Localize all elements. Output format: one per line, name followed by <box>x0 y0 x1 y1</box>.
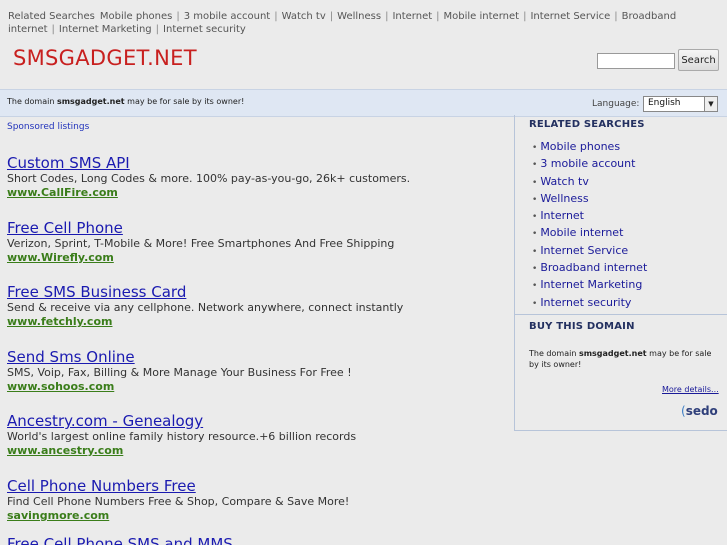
domain-sale-notice: The domain smsgadget.net may be for sale… <box>7 97 245 106</box>
bullet-icon: • <box>532 281 538 292</box>
listing-url-link[interactable]: www.Wirefly.com <box>7 251 507 265</box>
sedo-logo[interactable]: (sedo <box>681 404 718 418</box>
top-link-mobile-phones[interactable]: Mobile phones <box>100 11 173 22</box>
listing-description: Short Codes, Long Codes & more. 100% pay… <box>7 172 411 185</box>
top-related-searches: Related Searches Mobile phones | 3 mobile a… <box>8 11 677 35</box>
bullet-icon: • <box>532 177 538 188</box>
top-link-internet[interactable]: Internet <box>392 11 432 22</box>
page: Related Searches Mobile phones | 3 mobile a… <box>0 0 727 545</box>
listing-description: Find Cell Phone Numbers Free & Shop, Com… <box>7 495 350 508</box>
related-searches-heading: RELATED SEARCHES <box>529 119 645 130</box>
listing-title-link[interactable]: Custom SMS API <box>7 154 507 172</box>
bullet-icon: • <box>532 160 538 171</box>
listing-item: Ancestry.com - Genealogy World's largest… <box>7 412 507 458</box>
domain-name: smsgadget.net <box>56 97 125 106</box>
sponsored-listings-label: Sponsored listings <box>7 122 90 132</box>
language-selected-value: English <box>648 98 681 108</box>
bullet-icon: • <box>532 229 538 240</box>
listing-item: Cell Phone Numbers Free Find Cell Phone … <box>7 477 507 523</box>
search-input[interactable] <box>597 53 675 69</box>
listing-title-link[interactable]: Send Sms Online <box>7 348 507 366</box>
related-link-mobile-internet[interactable]: • Mobile internet <box>532 225 647 242</box>
listing-url-link[interactable]: www.fetchly.com <box>7 315 507 329</box>
listing-item: Free SMS Business Card Send & receive vi… <box>7 283 507 329</box>
listing-description: World's largest online family history re… <box>7 430 357 443</box>
listing-description: SMS, Voip, Fax, Billing & More Manage Yo… <box>7 366 352 379</box>
bullet-icon: • <box>532 298 538 309</box>
listing-description: Verizon, Sprint, T-Mobile & More! Free S… <box>7 237 395 250</box>
top-link-internet-security[interactable]: Internet security <box>163 24 246 35</box>
related-link-mobile-phones[interactable]: • Mobile phones <box>532 139 647 156</box>
listing-title-link[interactable]: Free Cell Phone SMS and MMS <box>7 535 507 545</box>
listing-url-link[interactable]: www.ancestry.com <box>7 444 507 458</box>
language-select[interactable]: English ▼ <box>643 96 718 112</box>
related-link-internet-marketing[interactable]: • Internet Marketing <box>532 277 647 294</box>
related-link-watch-tv[interactable]: • Watch tv <box>532 174 647 191</box>
sidebar-divider <box>515 314 727 315</box>
bullet-icon: • <box>532 194 538 205</box>
related-link-wellness[interactable]: • Wellness <box>532 191 647 208</box>
related-searches-list: • Mobile phones • 3 mobile account • Watch … <box>532 139 647 312</box>
top-link-mobile-internet[interactable]: Mobile internet <box>444 11 520 22</box>
related-link-internet-security[interactable]: • Internet security <box>532 295 647 312</box>
top-link-3-mobile-account[interactable]: 3 mobile account <box>184 11 270 22</box>
top-related-label: Related Searches <box>8 11 95 22</box>
listing-url-link[interactable]: www.CallFire.com <box>7 186 507 200</box>
top-link-wellness[interactable]: Wellness <box>337 11 381 22</box>
listing-url-link[interactable]: www.sohoos.com <box>7 380 507 394</box>
more-details-link[interactable]: More details... <box>662 385 719 394</box>
sidebar: RELATED SEARCHES • Mobile phones • 3 mobil… <box>514 115 727 431</box>
listing-title-link[interactable]: Free SMS Business Card <box>7 283 507 301</box>
top-link-internet-service[interactable]: Internet Service <box>530 11 610 22</box>
bullet-icon: • <box>532 212 538 223</box>
listing-url-link[interactable]: savingmore.com <box>7 509 507 523</box>
buy-domain-notice: The domain smsgadget.net may be for sale… <box>529 349 712 369</box>
related-link-internet-service[interactable]: • Internet Service <box>532 243 647 260</box>
search-button[interactable]: Search <box>678 49 719 71</box>
listing-title-link[interactable]: Ancestry.com - Genealogy <box>7 412 507 430</box>
related-link-3-mobile-account[interactable]: • 3 mobile account <box>532 156 647 173</box>
bullet-icon: • <box>532 246 538 257</box>
bullet-icon: • <box>532 143 538 153</box>
site-title[interactable]: SMSGADGET.NET <box>13 46 197 70</box>
buy-domain-heading: BUY THIS DOMAIN <box>529 321 635 332</box>
top-link-watch-tv[interactable]: Watch tv <box>282 11 326 22</box>
listing-description: Send & receive via any cellphone. Networ… <box>7 301 404 314</box>
listing-item: Custom SMS API Short Codes, Long Codes &… <box>7 154 507 200</box>
top-link-internet-marketing[interactable]: Internet Marketing <box>59 24 152 35</box>
domain-info-bar: The domain smsgadget.net may be for sale… <box>0 89 727 117</box>
listing-item: Send Sms Online SMS, Voip, Fax, Billing … <box>7 348 507 394</box>
listing-title-link[interactable]: Cell Phone Numbers Free <box>7 477 507 495</box>
bullet-icon: • <box>532 264 538 275</box>
listing-item: Free Cell Phone SMS and MMS <box>7 535 507 545</box>
listing-title-link[interactable]: Free Cell Phone <box>7 219 507 237</box>
related-link-internet[interactable]: • Internet <box>532 208 647 225</box>
language-label: Language: <box>592 99 640 109</box>
buy-domain-name: smsgadget.net <box>578 349 647 358</box>
listing-item: Free Cell Phone Verizon, Sprint, T-Mobil… <box>7 219 507 265</box>
dropdown-arrow-icon[interactable]: ▼ <box>704 97 717 111</box>
related-link-broadband-internet[interactable]: • Broadband internet <box>532 260 647 277</box>
